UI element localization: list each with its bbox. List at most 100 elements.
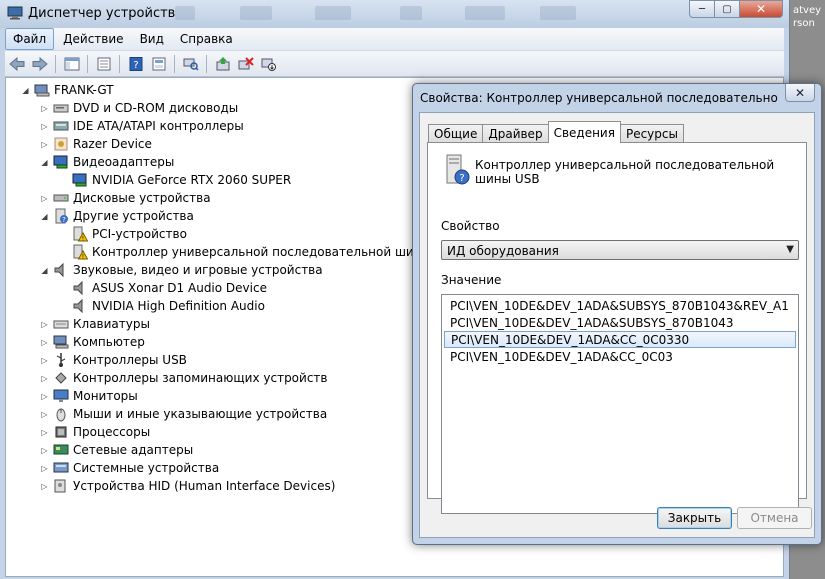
tree-item-label: Компьютер <box>73 335 145 349</box>
close-button[interactable]: ✕ <box>740 0 783 18</box>
tab-details[interactable]: Сведения <box>547 121 621 143</box>
tree-item[interactable]: ▷ Мониторы <box>39 387 137 405</box>
svg-text:?: ? <box>62 216 66 224</box>
tab-general[interactable]: Общие <box>428 124 484 143</box>
tree-item-label: Другие устройства <box>73 209 194 223</box>
expanded-triangle-icon[interactable]: ◢ <box>39 157 50 168</box>
scan-hardware-button[interactable] <box>180 54 201 73</box>
tree-item[interactable]: ! Контроллер универсальной последовательн… <box>58 243 460 261</box>
minimize-button[interactable]: ─ <box>689 0 715 18</box>
tree-item[interactable]: ▷ DVD и CD-ROM дисководы <box>39 99 238 117</box>
title-bar[interactable]: Диспетчер устройств ─ ▢ ✕ <box>0 0 789 28</box>
tree-item[interactable]: ▷ Устройства HID (Human Interface Devices… <box>39 477 335 495</box>
view-button[interactable] <box>148 54 169 73</box>
collapsed-triangle-icon[interactable]: ▷ <box>39 337 50 348</box>
collapsed-triangle-icon[interactable]: ▷ <box>39 427 50 438</box>
tree-item[interactable]: ▷ IDE ATA/ATAPI контроллеры <box>39 117 243 135</box>
hid-icon <box>54 479 66 493</box>
collapsed-triangle-icon[interactable]: ▷ <box>39 319 50 330</box>
menu-file[interactable]: Файл <box>5 28 55 50</box>
expanded-triangle-icon[interactable]: ◢ <box>20 85 31 96</box>
collapsed-triangle-icon[interactable]: ▷ <box>39 139 50 150</box>
value-row[interactable]: PCI\VEN_10DE&DEV_1ADA&SUBSYS_870B1043&RE… <box>444 297 796 314</box>
tree-item-label: NVIDIA GeForce RTX 2060 SUPER <box>92 173 292 187</box>
collapsed-triangle-icon[interactable]: ▷ <box>39 373 50 384</box>
window-title: Диспетчер устройств <box>28 6 176 21</box>
system-device-icon <box>53 462 69 473</box>
dialog-title: Свойства: Контроллер универсальной после… <box>420 91 778 105</box>
uninstall-button[interactable] <box>235 54 256 73</box>
collapsed-triangle-icon[interactable]: ▷ <box>39 445 50 456</box>
tree-item[interactable]: ▷ Клавиатуры <box>39 315 150 333</box>
close-dialog-button[interactable]: Закрыть <box>657 507 732 529</box>
computer-icon <box>34 84 50 97</box>
tree-item[interactable]: ◢ Видеоадаптеры <box>39 153 174 171</box>
show-hide-tree-button[interactable] <box>61 54 82 73</box>
tree-item[interactable]: ◢ Звуковые, видео и игровые устройства <box>39 261 323 279</box>
tree-item-label: Сетевые адаптеры <box>73 443 194 457</box>
menu-help[interactable]: Справка <box>173 29 240 49</box>
maximize-button[interactable]: ▢ <box>715 0 740 18</box>
property-select[interactable]: ИД оборудования ▼ <box>441 240 799 260</box>
tab-driver[interactable]: Драйвер <box>482 124 549 143</box>
collapsed-triangle-icon[interactable]: ▷ <box>39 391 50 402</box>
collapsed-triangle-icon[interactable]: ▷ <box>39 463 50 474</box>
tree-item[interactable]: ▷ Контроллеры USB <box>39 351 187 369</box>
tree-item[interactable]: ! PCI-устройство <box>58 225 187 243</box>
expanded-triangle-icon[interactable]: ◢ <box>39 211 50 222</box>
tree-root[interactable]: ◢ FRANK-GT <box>20 81 113 99</box>
collapsed-triangle-icon[interactable]: ▷ <box>39 481 50 492</box>
collapsed-triangle-icon[interactable]: ▷ <box>39 193 50 204</box>
disable-button[interactable] <box>258 54 279 73</box>
collapsed-triangle-icon[interactable]: ▷ <box>39 355 50 366</box>
tree-item[interactable]: ▷ Процессоры <box>39 423 150 441</box>
properties-button[interactable] <box>93 54 114 73</box>
menu-view[interactable]: Вид <box>133 29 171 49</box>
update-driver-icon <box>216 56 229 70</box>
tree-item-label: Мыши и иные указывающие устройства <box>73 407 328 421</box>
svg-text:!: ! <box>82 254 84 261</box>
monitor-icon <box>53 389 69 402</box>
tree-item[interactable]: ▷ Сетевые адаптеры <box>39 441 193 459</box>
value-row[interactable]: PCI\VEN_10DE&DEV_1ADA&SUBSYS_870B1043 <box>444 314 796 331</box>
computer-icon <box>53 335 69 349</box>
expanded-triangle-icon[interactable]: ◢ <box>39 265 50 276</box>
collapsed-triangle-icon[interactable]: ▷ <box>39 121 50 132</box>
back-button[interactable] <box>6 54 27 73</box>
collapsed-triangle-icon[interactable]: ▷ <box>39 409 50 420</box>
svg-text:!: ! <box>82 236 84 243</box>
device-manager-icon <box>7 6 23 20</box>
tree-item[interactable]: ▷ Razer Device <box>39 135 151 153</box>
warning-device-icon: ! <box>73 226 88 243</box>
other-devices-icon: ? <box>55 208 68 224</box>
tree-item[interactable]: NVIDIA High Definition Audio <box>58 297 265 315</box>
tab-resources[interactable]: Ресурсы <box>619 124 684 143</box>
side-text-1: atvey <box>793 5 822 16</box>
help-button[interactable]: ? <box>125 54 146 73</box>
dialog-close-button[interactable]: ✕ <box>785 84 815 102</box>
tree-item[interactable]: NVIDIA GeForce RTX 2060 SUPER <box>58 171 291 189</box>
tree-item[interactable]: ▷ Системные устройства <box>39 459 219 477</box>
tree-item-label: Контроллеры USB <box>73 353 187 367</box>
tree-item[interactable]: ▷ Контроллеры запоминающих устройств <box>39 369 327 387</box>
svg-text:?: ? <box>459 173 464 184</box>
display-adapter-icon <box>72 173 87 187</box>
uninstall-icon <box>238 56 254 69</box>
update-driver-button[interactable] <box>212 54 233 73</box>
tree-item[interactable]: ◢? Другие устройства <box>39 207 194 225</box>
value-row-selected[interactable]: PCI\VEN_10DE&DEV_1ADA&CC_0C0330 <box>444 331 796 348</box>
tree-item[interactable]: ▷ Компьютер <box>39 333 145 351</box>
collapsed-triangle-icon[interactable]: ▷ <box>39 103 50 114</box>
tree-item[interactable]: ASUS Xonar D1 Audio Device <box>58 279 267 297</box>
value-row[interactable]: PCI\VEN_10DE&DEV_1ADA&CC_0C03 <box>444 348 796 365</box>
menu-action[interactable]: Действие <box>56 29 130 49</box>
value-listbox[interactable]: PCI\VEN_10DE&DEV_1ADA&SUBSYS_870B1043&RE… <box>441 294 799 514</box>
tree-item[interactable]: ▷ Дисковые устройства <box>39 189 210 207</box>
forward-button[interactable] <box>29 54 50 73</box>
background-blur <box>240 6 272 20</box>
tree-item-label: Устройства HID (Human Interface Devices) <box>73 479 336 493</box>
dvd-drive-icon <box>53 104 69 113</box>
cancel-button[interactable]: Отмена <box>737 507 812 529</box>
tree-item[interactable]: ▷ Мыши и иные указывающие устройства <box>39 405 327 423</box>
